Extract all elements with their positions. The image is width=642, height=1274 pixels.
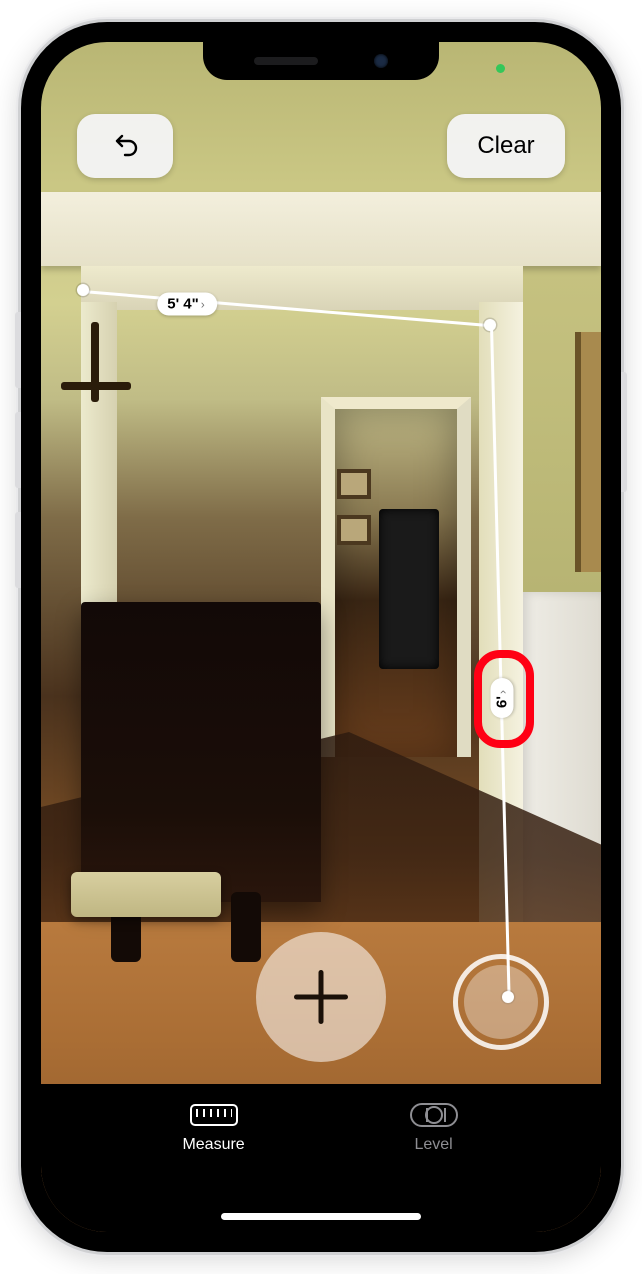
- level-icon: [408, 1100, 460, 1130]
- add-point-button[interactable]: [256, 932, 386, 1062]
- device-frame: Clear 5' 4" › 6' ›: [21, 22, 621, 1252]
- annotation-highlight-ring: [474, 650, 534, 748]
- tab-level[interactable]: Level: [408, 1100, 460, 1154]
- capture-button[interactable]: [453, 954, 549, 1050]
- tab-bar: Measure Level: [41, 1084, 601, 1232]
- ruler-icon: [188, 1100, 240, 1130]
- clear-button[interactable]: Clear: [447, 114, 565, 178]
- clear-button-label: Clear: [477, 132, 534, 160]
- device-notch: [203, 42, 439, 80]
- screen: Clear 5' 4" › 6' ›: [41, 42, 601, 1232]
- tab-label: Level: [414, 1136, 452, 1154]
- undo-button[interactable]: [77, 114, 173, 178]
- home-indicator: [221, 1213, 421, 1220]
- undo-arrow-icon: [110, 131, 140, 161]
- plus-icon: [294, 970, 348, 1024]
- tab-measure[interactable]: Measure: [182, 1100, 244, 1154]
- tab-label: Measure: [182, 1136, 244, 1154]
- privacy-indicator-icon: [496, 64, 505, 73]
